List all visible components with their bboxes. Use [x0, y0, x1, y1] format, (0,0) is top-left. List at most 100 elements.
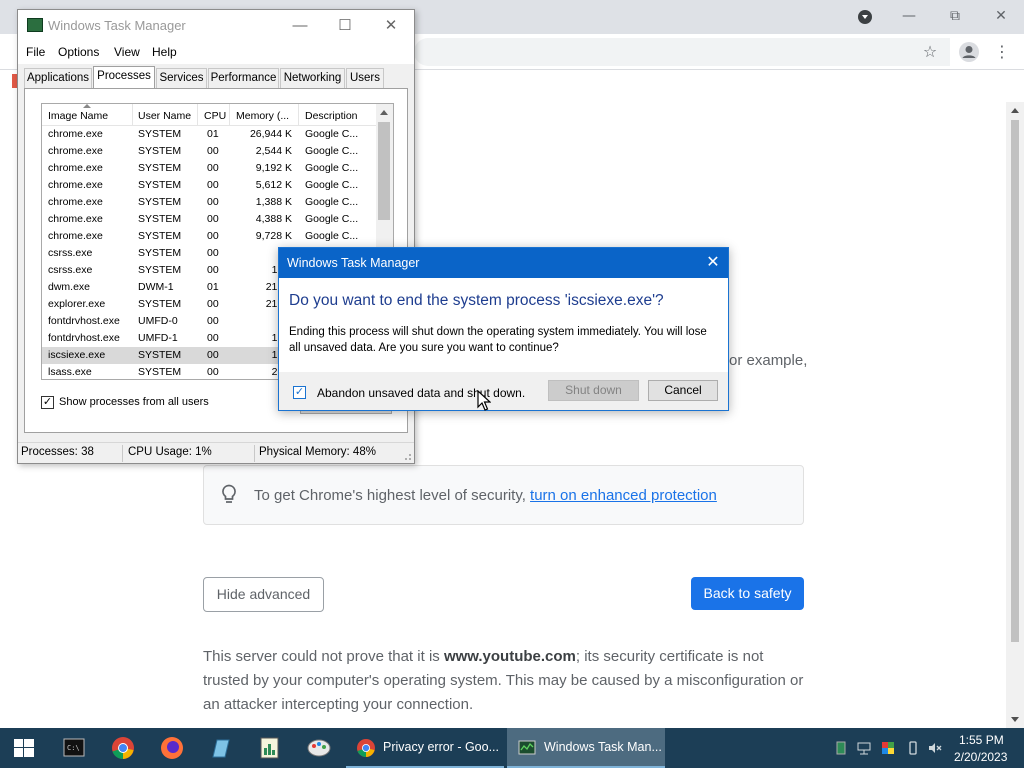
status-process-count: Processes: 38: [21, 446, 94, 458]
address-bar[interactable]: [414, 38, 950, 66]
tab-search-icon[interactable]: [858, 10, 872, 24]
column-memory[interactable]: Memory (...: [236, 110, 289, 122]
show-all-processes-label[interactable]: Show processes from all users: [59, 396, 209, 408]
close-icon[interactable]: ✕: [703, 253, 723, 273]
shut-down-button[interactable]: Shut down: [548, 380, 639, 401]
task-manager-icon: [518, 740, 536, 755]
volume-muted-icon[interactable]: [928, 741, 942, 755]
taskbar-window-chrome[interactable]: Privacy error - Goo...: [346, 728, 504, 768]
end-process-dialog: Windows Task Manager ✕ Do you want to en…: [278, 247, 729, 411]
process-cpu-cell: 00: [207, 213, 219, 225]
column-separator[interactable]: [229, 104, 230, 126]
command-prompt-icon: C:\: [63, 738, 85, 757]
process-name-cell: chrome.exe: [48, 213, 103, 225]
start-button[interactable]: [0, 728, 48, 768]
abandon-data-label[interactable]: Abandon unsaved data and shut down.: [317, 386, 525, 400]
cancel-button[interactable]: Cancel: [648, 380, 718, 401]
clock-time[interactable]: 1:55 PM: [959, 733, 1004, 747]
tab-applications[interactable]: Applications: [24, 68, 92, 88]
table-row[interactable]: chrome.exe SYSTEM 00 2,544 K Google C...: [42, 143, 376, 160]
menu-file[interactable]: File: [26, 45, 45, 59]
tab-processes[interactable]: Processes: [93, 66, 155, 89]
tab-services[interactable]: Services: [156, 68, 207, 88]
minimize-icon[interactable]: —: [898, 6, 920, 26]
show-all-processes-checkbox[interactable]: ✓: [41, 396, 54, 409]
sort-ascending-icon: [83, 104, 91, 108]
scroll-up-icon[interactable]: [380, 110, 388, 115]
table-row[interactable]: chrome.exe SYSTEM 00 5,612 K Google C...: [42, 177, 376, 194]
column-separator[interactable]: [298, 104, 299, 126]
usb-device-icon[interactable]: [906, 741, 920, 755]
process-cpu-cell: 00: [207, 196, 219, 208]
table-row[interactable]: chrome.exe SYSTEM 01 26,944 K Google C...: [42, 126, 376, 143]
table-row[interactable]: chrome.exe SYSTEM 00 9,728 K Google C...: [42, 228, 376, 245]
column-cpu[interactable]: CPU: [204, 110, 226, 122]
enhanced-protection-prefix: To get Chrome's highest level of securit…: [254, 487, 531, 504]
scroll-thumb[interactable]: [378, 122, 390, 220]
task-manager-title-bar[interactable]: Windows Task Manager — ☐ ✕: [18, 10, 414, 42]
enhanced-protection-box: To get Chrome's highest level of securit…: [203, 465, 804, 525]
color-display-icon[interactable]: [881, 741, 895, 755]
dialog-title-bar[interactable]: Windows Task Manager ✕: [279, 248, 728, 278]
process-name-cell: chrome.exe: [48, 162, 103, 174]
hide-advanced-button[interactable]: Hide advanced: [203, 577, 324, 612]
battery-monitor-icon[interactable]: [834, 741, 848, 755]
scroll-up-icon[interactable]: [1011, 108, 1019, 113]
menu-help[interactable]: Help: [152, 45, 177, 59]
taskbar-window-task-manager[interactable]: Windows Task Man...: [507, 728, 665, 768]
column-description[interactable]: Description: [305, 110, 358, 122]
lightbulb-icon: [222, 484, 236, 503]
tab-performance[interactable]: Performance: [208, 68, 279, 88]
process-cpu-cell: 00: [207, 366, 219, 378]
clock-date[interactable]: 2/20/2023: [954, 750, 1007, 764]
paint-icon: [307, 739, 331, 757]
back-to-safety-button[interactable]: Back to safety: [691, 577, 804, 610]
chrome-taskbar-button[interactable]: [99, 728, 147, 768]
close-icon[interactable]: ✕: [990, 6, 1012, 26]
resize-grip-icon[interactable]: [402, 451, 412, 461]
table-row[interactable]: chrome.exe SYSTEM 00 9,192 K Google C...: [42, 160, 376, 177]
process-mem-cell: 2,544 K: [255, 145, 292, 157]
chrome-menu-icon[interactable]: ⋮: [990, 40, 1014, 64]
tab-users[interactable]: Users: [346, 68, 384, 88]
process-name-cell: chrome.exe: [48, 179, 103, 191]
menu-bar: File Options View Help: [18, 42, 414, 64]
column-separator[interactable]: [197, 104, 198, 126]
tab-networking[interactable]: Networking: [280, 68, 345, 88]
table-row[interactable]: chrome.exe SYSTEM 00 1,388 K Google C...: [42, 194, 376, 211]
notepad-taskbar-button[interactable]: [197, 728, 245, 768]
paint-taskbar-button[interactable]: [295, 728, 343, 768]
column-user-name[interactable]: User Name: [138, 110, 191, 122]
close-icon[interactable]: ✕: [381, 16, 401, 36]
process-name-cell: lsass.exe: [48, 366, 92, 378]
network-icon[interactable]: [857, 741, 871, 755]
process-cpu-cell: 00: [207, 247, 219, 259]
process-user-cell: SYSTEM: [138, 264, 182, 276]
menu-options[interactable]: Options: [58, 45, 99, 59]
process-cpu-cell: 00: [207, 298, 219, 310]
page-scrollbar[interactable]: [1006, 102, 1024, 728]
maximize-icon[interactable]: ☐: [335, 16, 355, 36]
abandon-data-checkbox[interactable]: ✓: [293, 386, 306, 399]
scroll-thumb[interactable]: [1011, 120, 1019, 642]
profile-icon[interactable]: [957, 40, 981, 64]
process-desc-cell: Google C...: [305, 128, 359, 140]
column-image-name[interactable]: Image Name: [48, 110, 108, 122]
process-cpu-cell: 00: [207, 145, 219, 157]
column-separator[interactable]: [132, 104, 133, 126]
process-name-cell: dwm.exe: [48, 281, 91, 293]
bookmark-star-icon[interactable]: ☆: [918, 40, 942, 64]
table-row[interactable]: chrome.exe SYSTEM 00 4,388 K Google C...: [42, 211, 376, 228]
process-cpu-cell: 00: [207, 332, 219, 344]
menu-view[interactable]: View: [114, 45, 140, 59]
restore-icon[interactable]: ⧉: [944, 6, 966, 26]
command-prompt-taskbar-button[interactable]: C:\: [50, 728, 98, 768]
minimize-icon[interactable]: —: [290, 16, 310, 36]
status-cpu-usage: CPU Usage: 1%: [128, 446, 212, 458]
process-cpu-cell: 00: [207, 315, 219, 327]
dialog-heading: Do you want to end the system process 'i…: [289, 292, 664, 309]
scroll-down-icon[interactable]: [1011, 717, 1019, 722]
firefox-taskbar-button[interactable]: [148, 728, 196, 768]
document-taskbar-button[interactable]: [246, 728, 294, 768]
enhanced-protection-link[interactable]: turn on enhanced protection: [530, 487, 717, 504]
